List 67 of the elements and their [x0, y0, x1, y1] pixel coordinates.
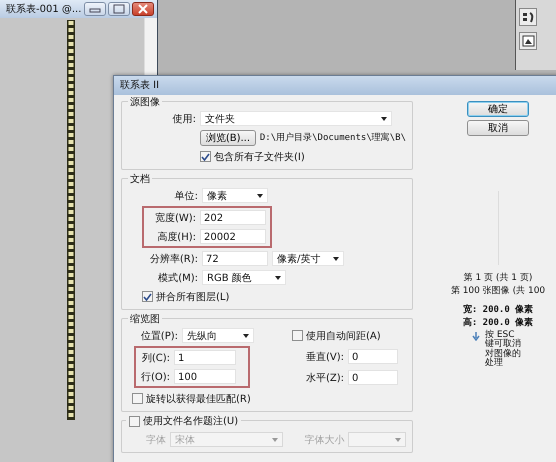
group-title: 缩览图 [128, 312, 162, 326]
dropdown[interactable]: 先纵向 [182, 328, 254, 343]
group-title: 文档 [128, 172, 152, 186]
checkbox-label: 包含所有子文件夹(I) [214, 150, 305, 164]
field-label: 垂直(V): [304, 350, 344, 364]
checkbox-label: 拼合所有图层(L) [156, 290, 230, 304]
dialog-button[interactable]: 取消 [467, 120, 529, 136]
field-label: 分辨率(R): [148, 252, 198, 266]
field-label: 使用: [172, 112, 196, 126]
checkbox[interactable] [292, 330, 303, 341]
caret-icon [333, 256, 339, 260]
caret-icon [381, 116, 387, 120]
checkmark-icon [200, 152, 211, 162]
caret-icon [272, 438, 278, 442]
info-arrow-icon [471, 331, 481, 341]
field-label: 列(C): [140, 352, 170, 364]
checkbox-label: 旋转以获得最佳匹配(R) [146, 392, 251, 406]
close-icon [136, 4, 150, 14]
field-label: 行(O): [140, 370, 170, 384]
field-label: 模式(M): [157, 272, 198, 284]
checkbox[interactable] [129, 416, 140, 426]
window-title: 联系表-001 @... [6, 2, 82, 16]
field-label: 字体 [145, 434, 166, 446]
input-field[interactable]: 202 [200, 210, 266, 225]
input-field[interactable]: 1 [174, 350, 236, 365]
maximize-button[interactable] [108, 2, 130, 16]
dialog-title: 联系表 II [114, 76, 556, 95]
size-info: 宽: 200.0 像素 [462, 303, 534, 316]
dropdown[interactable]: 文件夹 [200, 111, 392, 126]
browse-button[interactable]: 浏览(B)... [200, 130, 256, 146]
minimize-button[interactable] [84, 2, 106, 16]
caret-icon [395, 438, 401, 442]
field-label: 单位: [174, 190, 198, 202]
input-field[interactable]: 72 [202, 251, 268, 266]
input-field[interactable]: 0 [348, 349, 398, 364]
input-field[interactable]: 0 [348, 370, 398, 385]
hint-text: 按 ESC 键可取消对图像的处理 [485, 331, 522, 369]
checkbox[interactable] [142, 291, 153, 302]
dropdown[interactable]: 像素/英寸 [272, 251, 344, 266]
checkbox-label: 使用自动间距(A) [306, 330, 381, 342]
size-info: 高: 200.0 像素 [462, 316, 534, 329]
checkbox[interactable] [200, 151, 211, 162]
input-field[interactable]: 100 [174, 369, 236, 384]
panel-tool-button[interactable] [519, 32, 537, 50]
page-info: 第 1 页 (共 1 页) [464, 272, 532, 284]
checkmark-icon [142, 292, 153, 302]
caret-icon [257, 194, 263, 198]
field-label: 宽度(W): [154, 212, 196, 224]
input-field[interactable]: 20002 [200, 229, 266, 244]
field-label: 高度(H): [156, 230, 196, 244]
caret-icon [275, 276, 281, 280]
dropdown[interactable]: RGB 颜色 [202, 270, 286, 285]
image-icon [522, 35, 534, 47]
dropdown[interactable]: 像素 [202, 188, 268, 203]
image-info: 第 100 张图像 (共 100 [450, 284, 546, 297]
field-label: 水平(Z): [304, 372, 344, 384]
close-button[interactable] [132, 2, 154, 16]
field-label: 字体大小 [303, 434, 344, 446]
checkbox-label: 使用文件名作题注(U) [143, 414, 238, 428]
caret-icon [243, 334, 249, 338]
field-label: 位置(P): [140, 330, 178, 342]
folder-path: D:\用户目录\Documents\理寓\B\ [260, 132, 406, 144]
maximize-icon [112, 4, 126, 14]
group-title: 源图像 [128, 95, 162, 109]
checkbox[interactable] [132, 393, 143, 404]
dialog-button[interactable]: 确定 [467, 101, 529, 117]
panel-tool-button[interactable] [519, 8, 537, 26]
